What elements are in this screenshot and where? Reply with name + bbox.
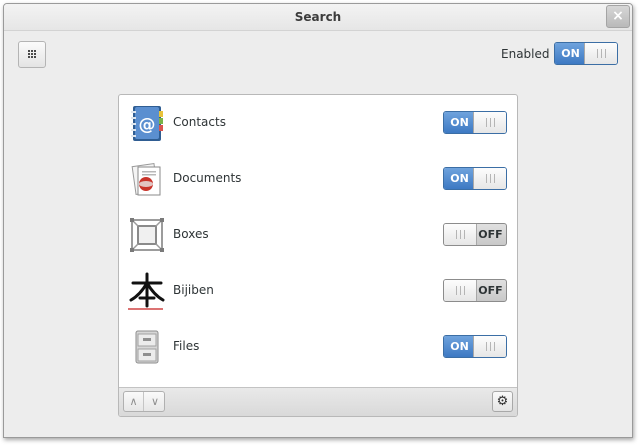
bijiben-icon [128,272,165,310]
list-toolbar: ∧ ∨ ⚙ [119,387,517,416]
search-providers-list: @ Contacts ON Documents ON Boxes OFF Bij… [118,94,518,417]
gear-icon[interactable]: ⚙ [492,391,513,412]
list-item-bijiben: Bijiben OFF [119,263,517,319]
svg-text:@: @ [139,115,156,135]
window-title: Search [294,10,342,24]
switch-state-label: ON [444,336,475,357]
contacts-switch[interactable]: ON [443,111,507,134]
enabled-label: Enabled [501,47,550,61]
switch-state-label: ON [444,168,475,189]
switch-knob [473,112,506,133]
switch-state-label: ON [444,112,475,133]
move-up-button[interactable]: ∧ [124,392,144,411]
move-down-button[interactable]: ∨ [145,392,165,411]
search-settings-window: Search × Enabled ON @ Contacts ON Docume… [3,3,633,438]
app-name: Files [173,339,200,353]
documents-icon [131,163,161,196]
switch-knob [444,224,477,245]
contacts-icon: @ [131,106,163,141]
list-item-contacts: @ Contacts ON [119,95,517,151]
switch-knob [473,168,506,189]
reorder-buttons: ∧ ∨ [123,391,165,412]
boxes-switch[interactable]: OFF [443,223,507,246]
files-switch[interactable]: ON [443,335,507,358]
files-icon [135,330,159,364]
list-item-documents: Documents ON [119,151,517,207]
app-name: Contacts [173,115,226,129]
enabled-switch[interactable]: ON [554,42,618,65]
documents-switch[interactable]: ON [443,167,507,190]
switch-knob [444,280,477,301]
bijiben-switch[interactable]: OFF [443,279,507,302]
list-item-files: Files ON [119,319,517,375]
switch-knob [473,336,506,357]
app-name: Bijiben [173,283,214,297]
close-button[interactable]: × [606,5,630,28]
grid-view-button[interactable] [18,41,46,68]
app-name: Boxes [173,227,209,241]
app-name: Documents [173,171,242,185]
grid-icon [28,50,37,59]
switch-state-label: ON [555,43,586,64]
list-item-boxes: Boxes OFF [119,207,517,263]
switch-state-label: OFF [478,228,503,241]
boxes-icon [130,218,164,252]
switch-knob [584,43,617,64]
titlebar: Search × [4,4,632,31]
switch-state-label: OFF [478,284,503,297]
